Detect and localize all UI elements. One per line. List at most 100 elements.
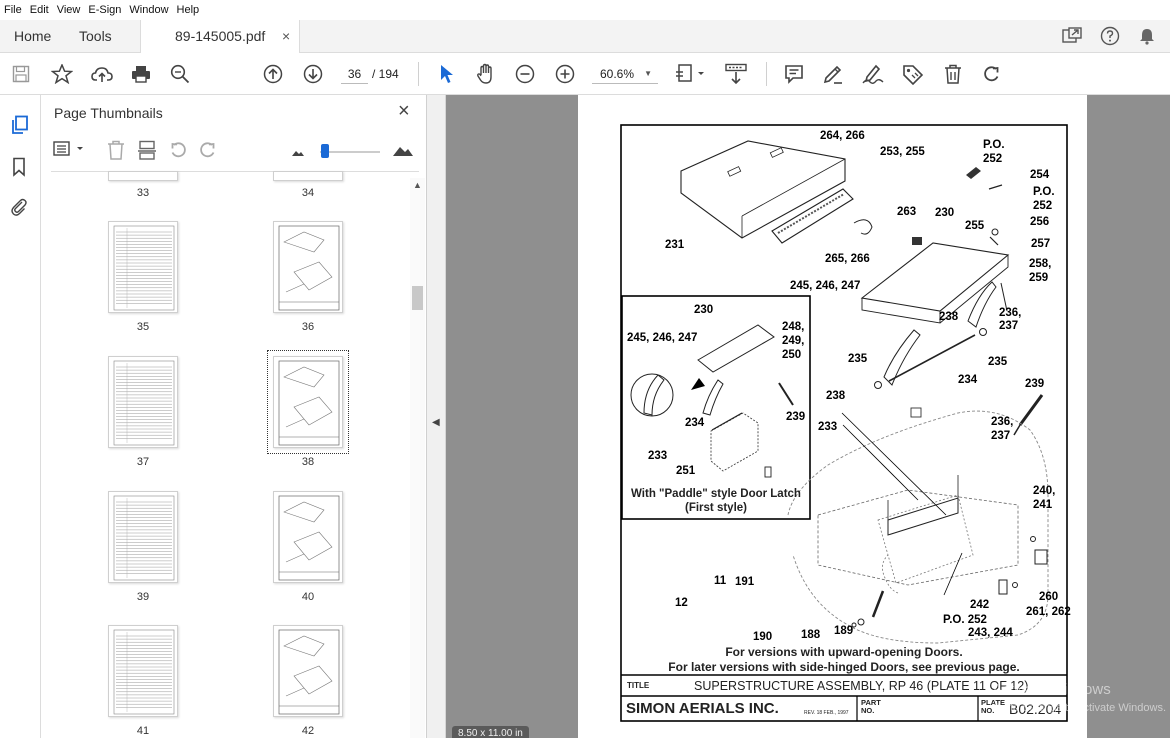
callout-c241: 241 [1033,499,1053,511]
callout-c12: 12 [675,597,688,609]
thumbnail-page-40[interactable] [273,491,343,583]
notifications-bell-icon[interactable] [1138,27,1156,48]
title-block-label: TITLE [627,681,650,690]
callout-c255: 255 [965,220,985,232]
thumbnail-label-35: 35 [136,321,150,333]
rotate-left-icon[interactable] [168,140,188,163]
menu-bar: File Edit View E-Sign Window Help [0,0,1170,20]
zoom-in-icon[interactable] [554,54,576,94]
save-icon[interactable] [10,54,32,94]
upload-cloud-icon[interactable] [90,54,114,94]
document-viewer[interactable]: 264, 266 253, 255 P.O. 252 254 P.O. 252 231 263 2… [446,95,1170,738]
insert-page-icon[interactable] [137,140,157,163]
share-icon[interactable] [1062,27,1082,48]
menu-window[interactable]: Window [129,4,168,16]
zoom-level-dropdown[interactable]: 60.6% ▼ [592,64,658,84]
zoom-search-icon[interactable] [169,54,191,94]
company-name: SIMON AERIALS INC. [626,700,779,717]
delete-page-icon[interactable] [107,140,125,163]
watermark-subtitle: Go to Settings to activate Windows. [992,702,1166,714]
callout-po2: P.O. [1033,186,1055,198]
tab-document[interactable]: 89-145005.pdf × [140,20,300,53]
thumbnail-page-34[interactable] [273,171,343,181]
thumbnail-page-42[interactable] [273,625,343,717]
zoom-out-icon[interactable] [514,54,536,94]
thumbnail-label-40: 40 [301,591,315,603]
inset-caption-line-2: (First style) [685,502,747,514]
callout-c231: 231 [665,239,685,251]
menu-view[interactable]: View [57,4,81,16]
menu-esign[interactable]: E-Sign [88,4,121,16]
toolbar-divider [418,62,419,86]
thumbnail-label-37: 37 [136,456,150,468]
callout-po3: P.O. 252 [943,614,987,626]
menu-edit[interactable]: Edit [30,4,49,16]
revision-date: REV. 18 FEB., 1997 [804,710,849,716]
callout-c235b: 235 [988,356,1008,368]
tab-home[interactable]: Home [14,20,51,53]
delete-trash-icon[interactable] [941,54,965,94]
thumbnail-page-39[interactable] [108,491,178,583]
callout-c238b: 238 [826,390,846,402]
print-icon[interactable] [130,54,152,94]
close-tab-icon[interactable]: × [282,20,290,53]
bookmarks-icon[interactable] [12,157,26,180]
thumbnail-label-36: 36 [301,321,315,333]
thumbnail-page-35[interactable] [108,221,178,313]
collapse-arrow-icon[interactable]: ◀ [432,417,440,428]
attachments-paperclip-icon[interactable] [10,197,28,220]
callout-c261: 261, 262 [1026,606,1071,618]
thumbnail-page-37[interactable] [108,356,178,448]
thumbnail-page-33[interactable] [108,171,178,181]
hand-tool-icon[interactable] [474,54,498,94]
menu-help[interactable]: Help [177,4,200,16]
thumbnail-label-42: 42 [301,725,315,737]
thumbnail-size-slider[interactable] [320,151,380,153]
thumbnail-page-41[interactable] [108,625,178,717]
thumbnail-scrollbar[interactable]: ▲ [410,178,425,738]
scroll-up-icon[interactable]: ▲ [413,180,422,190]
page-number-input[interactable]: 36 [341,64,368,84]
callout-c190: 190 [753,631,773,643]
highlight-pen-icon[interactable] [820,54,846,94]
menu-file[interactable]: File [4,4,22,16]
callout-c259: 259 [1029,272,1049,284]
stamp-tag-icon[interactable] [900,54,926,94]
close-panel-icon[interactable]: × [398,100,410,123]
previous-page-icon[interactable] [262,54,284,94]
callout-c264: 264, 266 [820,130,865,142]
tab-tools[interactable]: Tools [79,20,112,53]
note-upward-doors: For versions with upward-opening Doors. [725,645,963,659]
thumbnail-page-38[interactable] [267,350,349,454]
next-page-icon[interactable] [302,54,324,94]
callout-c239a: 239 [1025,378,1045,390]
activate-windows-watermark: Activate Windows Go to Settings to activ… [992,681,1166,717]
thumbnail-size-slider-handle[interactable] [321,144,329,158]
draw-freehand-icon[interactable] [860,54,886,94]
left-rail [0,95,41,738]
callout-c252b: 252 [1033,200,1053,212]
thumbnail-page-36[interactable] [273,221,343,313]
callout-c257: 257 [1031,238,1051,250]
callout-c233b: 233 [648,450,668,462]
page-fit-icon[interactable] [674,54,706,94]
bookmark-star-icon[interactable] [50,54,74,94]
panel-collapse-strip[interactable]: ◀ [427,95,446,738]
large-thumbnail-icon[interactable] [392,142,414,160]
tab-document-label: 89-145005.pdf [175,28,266,44]
scrollbar-thumb[interactable] [412,286,423,310]
thumbnail-options-icon[interactable] [53,140,87,161]
help-icon[interactable] [1100,26,1120,49]
callout-c188: 188 [801,629,821,641]
select-cursor-icon[interactable] [436,54,458,94]
comment-icon[interactable] [782,54,806,94]
callout-c258: 258, [1029,258,1052,270]
page-thumbnails-icon[interactable] [10,115,30,138]
callout-c189: 189 [834,625,854,637]
callout-c253: 253, 255 [880,146,925,158]
rotate-right-icon[interactable] [198,140,218,163]
scroll-mode-icon[interactable] [723,54,749,94]
callout-c237a: 237 [999,320,1019,332]
small-thumbnail-icon[interactable] [291,146,305,160]
rotate-icon[interactable] [980,54,1004,94]
